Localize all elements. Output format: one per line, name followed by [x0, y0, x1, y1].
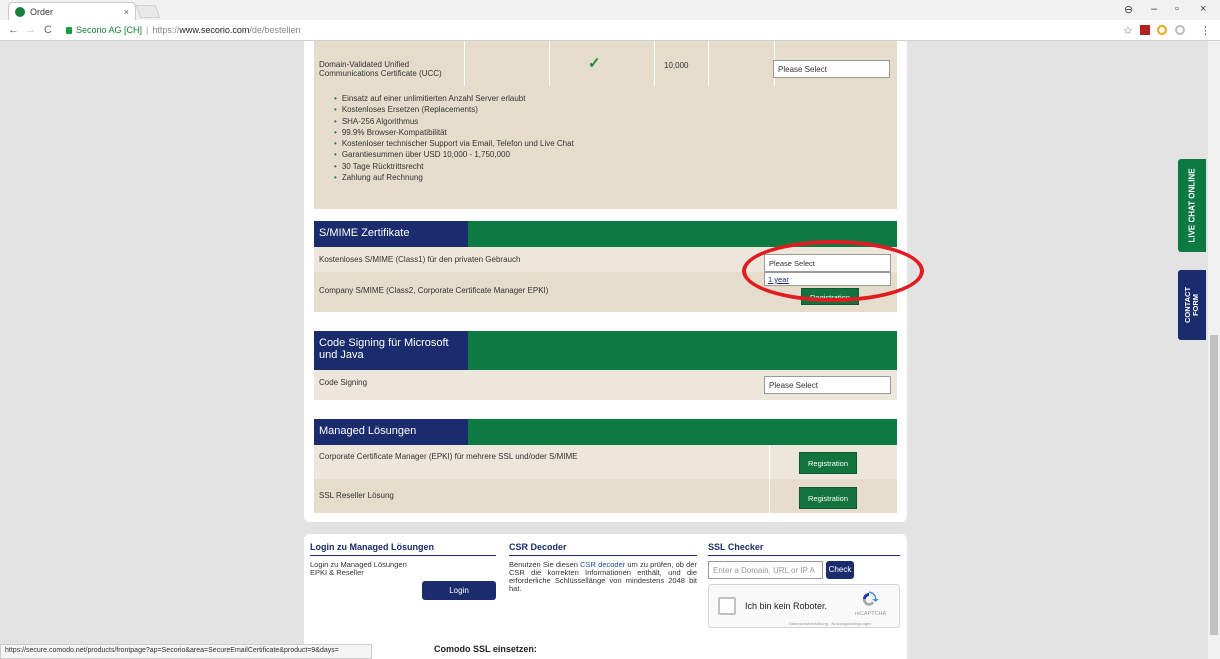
site-favicon-icon	[15, 6, 25, 17]
ucc-value: 10,000	[664, 61, 689, 70]
codesign-title-line1: Code Signing für Microsoft	[319, 337, 449, 349]
list-item: SHA-256 Algorithmus	[334, 116, 574, 127]
codesign-title-line2: und Java	[319, 349, 364, 361]
codesign-select[interactable]: Please Select	[764, 376, 891, 394]
new-tab-button[interactable]	[135, 5, 161, 18]
managed-row-epki: Corporate Certificate Manager (EPKI) für…	[314, 445, 897, 479]
next-section-heading: Comodo SSL einsetzen:	[434, 644, 537, 654]
url-field[interactable]: Secorio AG [CH] | https:// www.secorio.c…	[66, 25, 300, 35]
recaptcha-label: Ich bin kein Roboter.	[745, 601, 828, 611]
ucc-title-line1: Domain-Validated Unified	[319, 60, 410, 69]
tab-close-icon[interactable]: ×	[124, 7, 129, 17]
user-profile-icon[interactable]: ⊖	[1124, 3, 1133, 16]
csr-title: CSR Decoder	[509, 542, 567, 552]
extension-icon[interactable]	[1157, 25, 1167, 35]
managed-row-reseller: SSL Reseller Lösung Registration	[314, 479, 897, 513]
ssl-check-button[interactable]: Check	[826, 561, 854, 579]
ucc-feature-list: Einsatz auf einer unlimitierten Anzahl S…	[334, 93, 574, 183]
ucc-title: Domain-Validated Unified Communications …	[319, 60, 442, 78]
ssl-title-underline	[708, 555, 900, 556]
reload-button[interactable]: C	[44, 24, 52, 36]
smime-class1-label: Kostenloses S/MIME (Class1) für den priv…	[319, 255, 521, 264]
live-chat-tab[interactable]: LIVE CHAT ONLINE	[1178, 159, 1206, 252]
contact-line2: FORM	[1191, 293, 1201, 317]
col-divider	[549, 41, 550, 86]
list-item: Einsatz auf einer unlimitierten Anzahl S…	[334, 93, 574, 104]
smime-class2-label: Company S/MIME (Class2, Corporate Certif…	[319, 286, 549, 295]
codesign-header: Code Signing für Microsoft und Java	[314, 331, 897, 370]
back-button[interactable]: ←	[8, 24, 19, 36]
list-item: Garantiesummen über USD 10,000 - 1,750,0…	[334, 149, 574, 160]
list-item: Kostenloses Ersetzen (Replacements)	[334, 104, 574, 115]
contact-form-tab[interactable]: CONTACT FORM	[1178, 270, 1206, 340]
managed-reseller-label: SSL Reseller Lösung	[319, 491, 394, 500]
tab-title: Order	[30, 6, 54, 17]
checkmark-icon: ✓	[588, 55, 601, 72]
minimize-button[interactable]: –	[1151, 3, 1157, 15]
url-separator: |	[146, 25, 149, 35]
list-item: Kostenloser technischer Support via Emai…	[334, 138, 574, 149]
page-scrollbar[interactable]	[1208, 41, 1220, 659]
forward-button[interactable]: →	[25, 24, 36, 36]
address-bar-row: ← → C Secorio AG [CH] | https:// www.sec…	[0, 20, 1220, 41]
recaptcha-terms[interactable]: Datenschutzerklärung - Nutzungsbedingung…	[789, 621, 872, 626]
col-divider	[769, 479, 770, 513]
list-item: 99.9% Browser-Kompatibilität	[334, 127, 574, 138]
login-title: Login zu Managed Lösungen	[310, 542, 434, 552]
maximize-button[interactable]: ▫	[1175, 3, 1179, 15]
recaptcha-logo-icon	[862, 591, 879, 606]
managed-header-title: Managed Lösungen	[314, 419, 468, 445]
list-item: Zahlung auf Rechnung	[334, 172, 574, 183]
contact-form-label: CONTACT FORM	[1183, 287, 1201, 323]
col-divider	[654, 41, 655, 86]
codesign-header-title: Code Signing für Microsoft und Java	[314, 331, 468, 370]
url-secure-label: Secorio AG [CH]	[76, 25, 143, 35]
ssl-checker-title: SSL Checker	[708, 542, 764, 552]
csr-title-underline	[509, 555, 697, 556]
url-path: /de/bestellen	[249, 25, 301, 35]
lock-icon	[66, 26, 72, 34]
codesign-row: Code Signing Please Select	[314, 370, 897, 400]
browser-tabstrip: Order × ⊖ – ▫ ×	[0, 0, 1220, 20]
browser-tab[interactable]: Order ×	[8, 2, 136, 20]
col-divider	[464, 41, 465, 86]
url-scheme: https://	[152, 25, 180, 35]
live-chat-label: LIVE CHAT ONLINE	[1187, 168, 1197, 243]
highlight-circle	[742, 240, 924, 302]
ucc-row: Domain-Validated Unified Communications …	[314, 41, 897, 209]
pdf-extension-icon[interactable]	[1140, 25, 1150, 35]
bookmark-star-icon[interactable]: ☆	[1123, 24, 1133, 37]
login-title-underline	[310, 555, 496, 556]
login-button[interactable]: Login	[422, 581, 496, 600]
recaptcha-widget: Ich bin kein Roboter. reCAPTCHA Datensch…	[708, 584, 900, 628]
col-divider	[708, 41, 709, 86]
status-bar-url: https://secure.comodo.net/products/front…	[0, 644, 372, 659]
ucc-select[interactable]: Please Select	[773, 60, 890, 78]
recaptcha-checkbox[interactable]	[718, 597, 736, 615]
managed-epki-registration-button[interactable]: Registration	[799, 452, 857, 474]
browser-menu-icon[interactable]: ⋮	[1200, 24, 1211, 37]
login-line2: EPKI & Reseller	[310, 568, 364, 577]
ssl-domain-input[interactable]: Enter a Domain, URL or IP A	[708, 561, 823, 579]
url-host: www.secorio.com	[179, 25, 250, 35]
col-divider	[769, 445, 770, 479]
bottom-tools-panel: Login zu Managed Lösungen Login zu Manag…	[304, 534, 907, 659]
managed-header: Managed Lösungen	[314, 419, 897, 445]
ucc-title-line2: Communications Certificate (UCC)	[319, 69, 442, 78]
managed-epki-label: Corporate Certificate Manager (EPKI) für…	[319, 452, 578, 461]
list-item: 30 Tage Rücktrittsrecht	[334, 161, 574, 172]
smime-header-title: S/MIME Zertifikate	[314, 221, 468, 247]
codesign-label: Code Signing	[319, 378, 368, 387]
scrollbar-thumb[interactable]	[1210, 335, 1218, 635]
login-description: Login zu Managed Lösungen EPKI & Reselle…	[310, 561, 407, 577]
extension-gray-icon[interactable]	[1175, 25, 1185, 35]
csr-description: Benutzen Sie diesen CSR decoder um zu pr…	[509, 561, 697, 593]
managed-reseller-registration-button[interactable]: Registration	[799, 487, 857, 509]
recaptcha-brand: reCAPTCHA	[855, 611, 887, 617]
close-window-button[interactable]: ×	[1200, 3, 1206, 15]
